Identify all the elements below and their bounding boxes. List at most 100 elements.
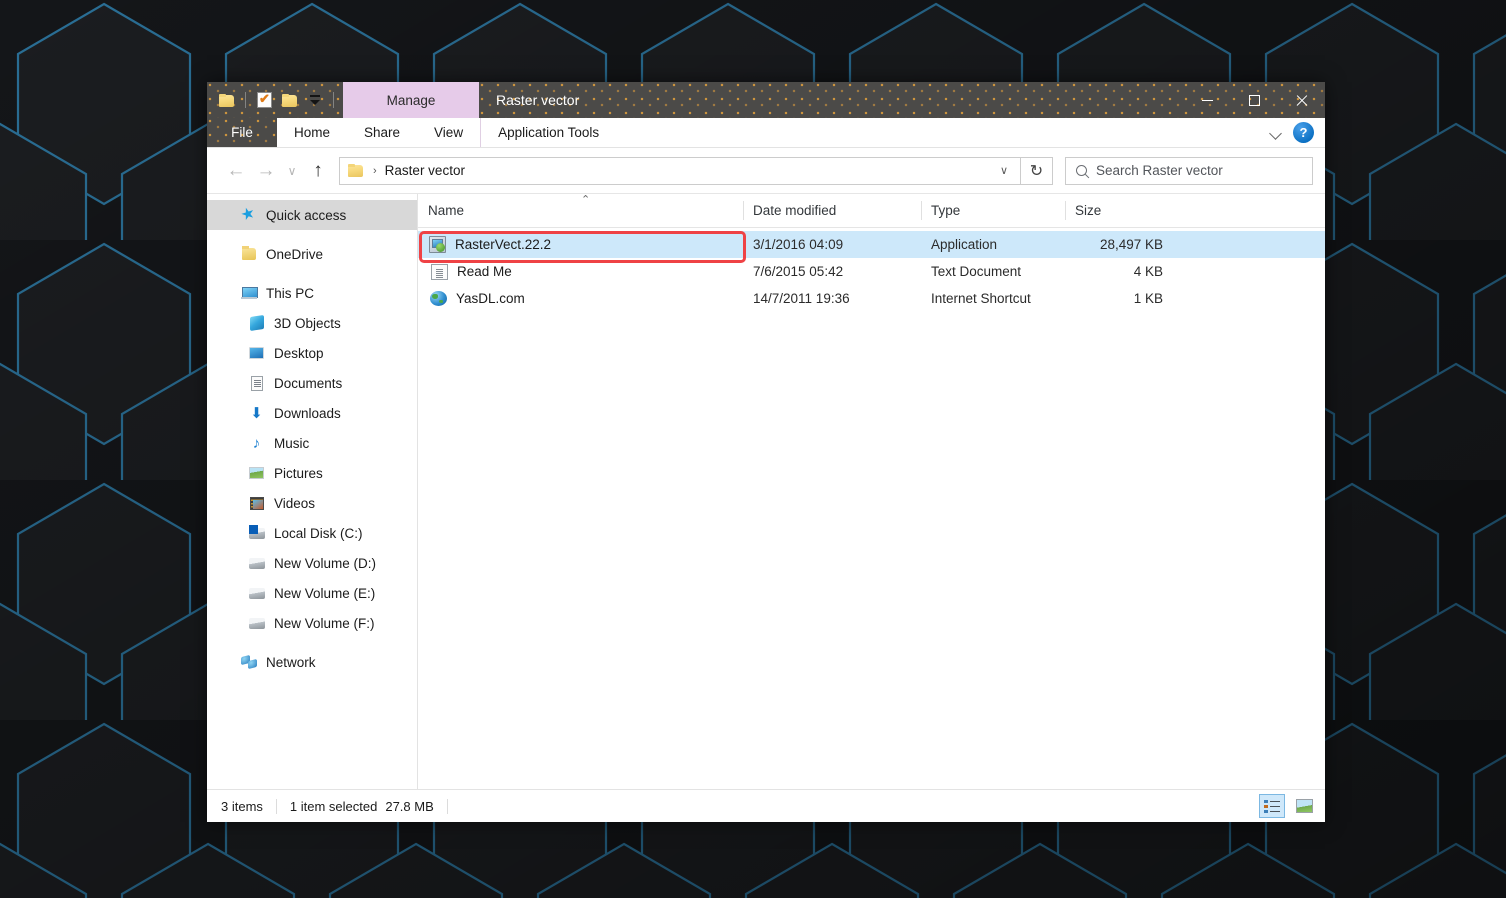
item-count-label: 3 items: [221, 798, 263, 814]
address-toolbar: ← → ∨ ↑ › Raster vector ∨ ↻ Search Raste…: [207, 148, 1325, 193]
sidebar-item-label: Local Disk (C:): [274, 525, 363, 541]
details-view-icon: [1264, 799, 1280, 813]
customize-caret-icon[interactable]: [305, 91, 324, 110]
status-separator: [275, 798, 277, 814]
sidebar-item-downloads[interactable]: ⬇ Downloads: [207, 398, 417, 428]
view-mode-buttons: [1259, 794, 1317, 818]
sidebar-item-label: New Volume (E:): [274, 585, 376, 601]
recent-locations-button[interactable]: ∨: [281, 156, 303, 186]
column-header-name[interactable]: Name ⌃: [418, 194, 743, 227]
text-document-icon: [431, 263, 448, 280]
sidebar-item-new-volume-d[interactable]: New Volume (D:): [207, 548, 417, 578]
column-header-type-label: Type: [931, 203, 961, 218]
search-placeholder: Search Raster vector: [1096, 163, 1223, 178]
refresh-icon: ↻: [1029, 162, 1044, 180]
new-folder-icon[interactable]: [280, 91, 299, 110]
column-header-date-modified[interactable]: Date modified: [743, 194, 921, 227]
window-body: ★ Quick access OneDrive This PC 3D Objec…: [207, 193, 1325, 789]
drive-icon: [248, 555, 265, 572]
up-button[interactable]: ↑: [303, 156, 333, 186]
selection-info-label: 1 item selected: [289, 798, 378, 814]
sidebar-item-label: New Volume (D:): [274, 555, 377, 571]
music-icon: ♪: [252, 434, 261, 452]
file-rows: RasterVect.22.2 3/1/2016 04:09 Applicati…: [418, 228, 1325, 312]
window-title: Raster vector: [496, 92, 580, 108]
column-header-name-label: Name: [428, 203, 465, 218]
sidebar-item-this-pc[interactable]: This PC: [207, 278, 417, 308]
file-type-cell: Internet Shortcut: [931, 291, 1031, 306]
qat-separator: [245, 92, 246, 108]
address-bar[interactable]: › Raster vector ∨: [339, 156, 1021, 185]
sidebar-item-music[interactable]: ♪ Music: [207, 428, 417, 458]
details-view-button[interactable]: [1259, 794, 1285, 818]
sidebar-item-onedrive[interactable]: OneDrive: [207, 239, 417, 269]
file-name: Read Me: [457, 264, 512, 279]
address-dropdown-icon[interactable]: ∨: [994, 164, 1014, 177]
navigation-pane: ★ Quick access OneDrive This PC 3D Objec…: [207, 194, 418, 789]
onedrive-folder-icon: [240, 246, 257, 263]
properties-icon[interactable]: [255, 91, 274, 110]
forward-button[interactable]: →: [251, 156, 281, 186]
folder-icon[interactable]: [217, 91, 236, 110]
3d-objects-icon: [248, 315, 265, 332]
file-explorer-window: Manage Raster vector File Home Share Vie…: [207, 82, 1325, 822]
up-arrow-icon: ↑: [313, 159, 323, 181]
table-row[interactable]: RasterVect.22.2 3/1/2016 04:09 Applicati…: [418, 231, 1325, 258]
status-bar: 3 items 1 item selected 27.8 MB: [207, 789, 1325, 822]
videos-icon: [248, 495, 265, 512]
sidebar-item-documents[interactable]: Documents: [207, 368, 417, 398]
large-icons-view-button[interactable]: [1291, 794, 1317, 818]
manage-contextual-tab-header[interactable]: Manage: [343, 82, 479, 118]
column-header-type[interactable]: Type: [921, 194, 1065, 227]
file-date-cell: 14/7/2011 19:36: [753, 291, 850, 306]
search-box[interactable]: Search Raster vector: [1065, 156, 1313, 185]
star-icon: ★: [238, 204, 258, 225]
sidebar-item-videos[interactable]: Videos: [207, 488, 417, 518]
table-row[interactable]: Read Me 7/6/2015 05:42 Text Document 4 K…: [418, 258, 1325, 285]
chevron-down-icon[interactable]: [1271, 127, 1282, 138]
sidebar-item-quick-access[interactable]: ★ Quick access: [207, 200, 417, 230]
maximize-button[interactable]: [1231, 82, 1278, 118]
refresh-button[interactable]: ↻: [1021, 156, 1053, 185]
file-date-cell: 3/1/2016 04:09: [753, 237, 844, 252]
downloads-icon: ⬇: [250, 404, 263, 422]
selection-size-label: 27.8 MB: [385, 798, 434, 814]
tab-home-label: Home: [294, 125, 331, 140]
sidebar-item-label: Pictures: [274, 465, 323, 481]
tab-view-label: View: [434, 125, 464, 140]
file-name-cell: YasDL.com: [418, 291, 743, 306]
sidebar-item-local-disk-c[interactable]: Local Disk (C:): [207, 518, 417, 548]
tab-file-label: File: [231, 125, 253, 140]
help-icon[interactable]: ?: [1293, 122, 1314, 143]
sidebar-item-label: Documents: [274, 375, 343, 391]
sidebar-item-desktop[interactable]: Desktop: [207, 338, 417, 368]
tab-share[interactable]: Share: [347, 118, 417, 147]
minimize-button[interactable]: [1184, 82, 1231, 118]
desktop-icon: [248, 345, 265, 362]
sidebar-item-pictures[interactable]: Pictures: [207, 458, 417, 488]
tab-file[interactable]: File: [207, 118, 277, 147]
file-name: RasterVect.22.2: [455, 237, 552, 252]
sidebar-item-new-volume-f[interactable]: New Volume (F:): [207, 608, 417, 638]
title-bar[interactable]: Manage Raster vector: [207, 82, 1325, 118]
ribbon-tab-strip: File Home Share View Application Tools ?: [207, 118, 1325, 148]
sidebar-item-3d-objects[interactable]: 3D Objects: [207, 308, 417, 338]
column-header-size[interactable]: Size: [1065, 194, 1165, 227]
tab-view[interactable]: View: [417, 118, 480, 147]
column-header-date-label: Date modified: [753, 203, 837, 218]
sidebar-item-new-volume-e[interactable]: New Volume (E:): [207, 578, 417, 608]
back-button[interactable]: ←: [221, 156, 251, 186]
table-row[interactable]: YasDL.com 14/7/2011 19:36 Internet Short…: [418, 285, 1325, 312]
tab-application-tools[interactable]: Application Tools: [480, 118, 616, 147]
tab-home[interactable]: Home: [277, 118, 347, 147]
file-date-cell: 7/6/2015 05:42: [753, 264, 844, 279]
local-disk-icon: [248, 524, 265, 542]
sidebar-item-network[interactable]: Network: [207, 647, 417, 677]
chevron-down-icon: ∨: [287, 163, 297, 178]
large-icons-view-icon: [1295, 799, 1313, 813]
breadcrumb-current-folder[interactable]: Raster vector: [385, 163, 465, 178]
close-button[interactable]: [1278, 82, 1325, 118]
file-list-pane[interactable]: Name ⌃ Date modified Type Size RasterVec…: [418, 194, 1325, 789]
